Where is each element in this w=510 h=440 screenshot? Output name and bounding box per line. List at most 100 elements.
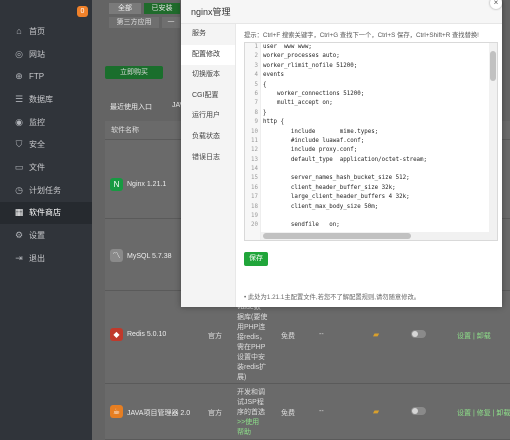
sidebar-item[interactable]: ⛉ 安全 <box>0 133 92 156</box>
dialog-menu-item[interactable]: 切换版本 <box>181 65 235 86</box>
price: 免费 <box>281 410 295 417</box>
exit-icon: ⇥ <box>15 252 23 263</box>
description-line: 用PHP连 <box>237 324 266 331</box>
code-line[interactable]: { <box>263 81 495 90</box>
buy-now-button[interactable]: 立即购买 <box>105 66 163 79</box>
table-row: ☕ JAVA项目管理器 2.0 官方 开发和调 试JSP程 序的首选 >>使用 帮助 免费 -- ▰… <box>105 384 510 440</box>
code-line[interactable] <box>263 212 495 221</box>
shield-icon: ⛉ <box>15 139 23 150</box>
description-line: >>使用 <box>237 419 260 426</box>
code-line[interactable]: sendfile on; <box>263 221 495 230</box>
folder-icon[interactable]: ▰ <box>373 407 379 416</box>
dialog-menu-item[interactable]: CGI配置 <box>181 86 235 107</box>
description-line: 需在PHP <box>237 344 266 351</box>
code-line[interactable]: multi_accept on; <box>263 99 495 108</box>
horizontal-scrollbar[interactable] <box>261 232 491 240</box>
sidebar-item-label: 软件商店 <box>29 208 61 218</box>
code-line[interactable]: user www www; <box>263 43 495 52</box>
line-number: 1 <box>254 44 259 50</box>
monitor-icon: ◉ <box>15 116 23 127</box>
sidebar-item[interactable]: ◎ 网站 <box>0 43 92 66</box>
homepage-toggle[interactable] <box>411 407 426 415</box>
line-number: 5 <box>254 81 259 88</box>
code-line[interactable] <box>263 165 495 174</box>
code-editor[interactable]: 1 2 3 4 5 6 7 8 9 10 11 12 13 14 15 16 17 18 19 20 user www… <box>244 42 498 241</box>
line-number: 20 <box>251 222 258 229</box>
notification-badge[interactable]: 0 <box>77 6 88 17</box>
sidebar-item[interactable]: ☰ 数据库 <box>0 88 92 111</box>
code-line[interactable]: } <box>263 109 495 118</box>
database-icon: ☰ <box>14 93 24 104</box>
tab-all[interactable]: 全部 <box>109 3 141 14</box>
sidebar-item[interactable]: ⚙ 设置 <box>0 224 92 247</box>
sidebar-item[interactable]: ▭ 文件 <box>0 156 92 179</box>
line-number: 3 <box>254 62 259 69</box>
code-line[interactable]: worker_connections 51200; <box>263 90 495 99</box>
description-line: 设置中安 <box>237 354 265 361</box>
description-line: 帮助 <box>237 429 251 436</box>
sidebar-item[interactable]: ◷ 计划任务 <box>0 179 92 202</box>
dialog-menu-item[interactable]: 运行用户 <box>181 106 235 127</box>
tab-third-party[interactable]: 第三方应用 <box>109 17 159 28</box>
line-number: 12 <box>251 147 258 154</box>
save-button[interactable]: 保存 <box>244 252 268 266</box>
software-description: 开发和调 试JSP程 序的首选 >>使用 帮助 <box>237 388 277 438</box>
grid-icon: ▦ <box>14 207 24 218</box>
software-name: Redis 5.0.10 <box>127 331 167 338</box>
sidebar-item-label: 监控 <box>29 117 45 127</box>
config-note: • 此处为1.21.1主配置文件,若您不了解配置规则,请勿随意修改。 <box>244 294 421 301</box>
sidebar-item[interactable]: ⇥ 退出 <box>0 247 92 270</box>
line-number: 19 <box>251 213 258 220</box>
dialog-menu-item[interactable]: 配置修改 <box>181 44 235 66</box>
line-number: 4 <box>254 72 259 79</box>
row-actions[interactable]: 设置 | 修复 | 卸载 <box>457 408 510 418</box>
sidebar-item[interactable]: ⊕ FTP <box>0 65 92 88</box>
expiry: -- <box>319 408 324 415</box>
gear-icon: ⚙ <box>14 230 24 241</box>
line-number: 17 <box>251 194 258 201</box>
code-line[interactable]: client_header_buffer_size 32k; <box>263 184 495 193</box>
line-number: 18 <box>251 203 258 210</box>
line-number: 11 <box>251 137 258 144</box>
sidebar-item[interactable]: ◉ 监控 <box>0 111 92 134</box>
sidebar-item-label: 退出 <box>29 253 45 263</box>
row-actions[interactable]: 设置 | 卸载 <box>457 331 491 341</box>
dialog-menu-item[interactable]: 错误日志 <box>181 148 235 169</box>
globe-icon: ◎ <box>15 48 23 59</box>
sidebar-item[interactable]: ⌂ 首页 <box>0 20 92 43</box>
code-line[interactable]: default_type application/octet-stream; <box>263 156 495 165</box>
code-line[interactable]: #include luawaf.conf; <box>263 137 495 146</box>
dialog-menu-item[interactable]: 负载状态 <box>181 127 235 148</box>
expiry: -- <box>319 331 324 338</box>
sidebar-item-label: 文件 <box>29 162 45 172</box>
home-icon: ⌂ <box>16 26 22 37</box>
tab-installed[interactable]: 已安装 <box>144 3 180 14</box>
sidebar-item[interactable]: ▦ 软件商店 <box>0 201 92 225</box>
code-line[interactable]: include mime.types; <box>263 128 495 137</box>
code-line[interactable]: worker_processes auto; <box>263 52 495 61</box>
code-line[interactable]: server_names_hash_bucket_size 512; <box>263 174 495 183</box>
software-logo-icon: 〽 <box>110 249 123 262</box>
code-line[interactable]: http { <box>263 118 495 127</box>
tab-more[interactable]: 一 <box>162 17 180 28</box>
line-number: 6 <box>254 90 259 97</box>
dialog-menu-item[interactable]: 服务 <box>181 24 235 45</box>
code-line[interactable]: large_client_header_buffers 4 32k; <box>263 193 495 202</box>
dialog-menu: 服务 配置修改 切换版本 CGI配置 运行用户 负载状态 错误日志 <box>181 24 236 307</box>
homepage-toggle[interactable] <box>411 330 426 338</box>
clock-icon: ◷ <box>15 184 23 195</box>
software-name: Nginx 1.21.1 <box>127 181 167 188</box>
vertical-scrollbar[interactable] <box>489 43 497 240</box>
software-logo-icon: N <box>110 178 123 191</box>
sidebar-item-label: 首页 <box>29 26 45 36</box>
folder-icon[interactable]: ▰ <box>373 330 379 339</box>
sidebar-item-label: 计划任务 <box>29 185 61 195</box>
config-editor-panel: 提示：Ctrl+F 搜索关键字，Ctrl+G 查找下一个，Ctrl+S 保存，C… <box>236 24 502 307</box>
code-line[interactable]: client_max_body_size 50m; <box>263 203 495 212</box>
code-line[interactable]: worker_rlimit_nofile 51200; <box>263 62 495 71</box>
line-number: 14 <box>251 166 258 173</box>
code-area[interactable]: user www www; worker_processes auto; worke… <box>263 43 495 231</box>
code-line[interactable]: include proxy.conf; <box>263 146 495 155</box>
developer: 官方 <box>208 410 222 417</box>
code-line[interactable]: events <box>263 71 495 80</box>
